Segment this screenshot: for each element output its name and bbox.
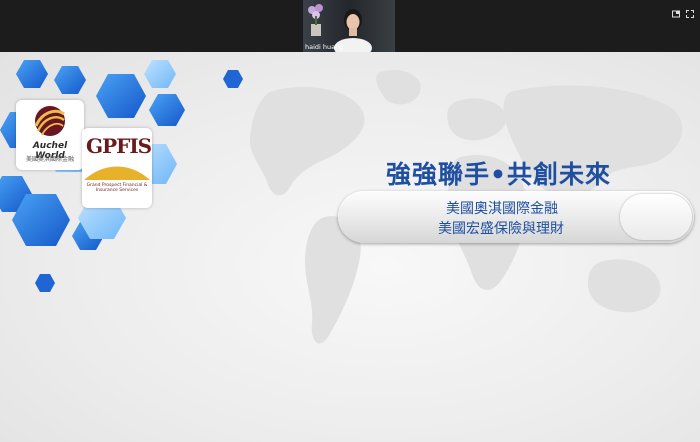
gpfis-logo: GPFIS Grand Prospect Financial & Insuran…: [82, 128, 152, 208]
auchel-world-logo: Auchel World 美國奧淇國際金融: [16, 100, 84, 170]
meeting-top-bar: haidi huang: [0, 0, 700, 52]
auchel-logo-subtitle: 美國奧淇國際金融: [25, 156, 74, 163]
orchid-plant-icon: [308, 4, 323, 36]
slide-headline: 強強聯手•共創未來: [386, 160, 611, 189]
fullscreen-icon[interactable]: [686, 3, 694, 18]
shared-slide: Auchel World 美國奧淇國際金融 GPFIS Grand Prospe…: [0, 52, 700, 442]
banner-end-cap: [620, 194, 692, 240]
top-right-controls: [672, 3, 694, 18]
subtitle-line-2: 美國宏盛保險與理財: [438, 221, 564, 237]
gpfis-emblem-icon: [84, 166, 150, 180]
subtitle-line-1: 美國奧淇國際金融: [446, 201, 558, 217]
participant-video-tile[interactable]: haidi huang: [303, 0, 395, 52]
auchel-globe-icon: [34, 106, 65, 136]
participant-name-label: haidi huang: [305, 43, 344, 51]
gpfis-logo-name: GPFIS: [86, 134, 152, 158]
gpfis-logo-subtitle: Grand Prospect Financial & Insurance Ser…: [86, 183, 148, 193]
speaker-view-icon[interactable]: [672, 3, 680, 18]
